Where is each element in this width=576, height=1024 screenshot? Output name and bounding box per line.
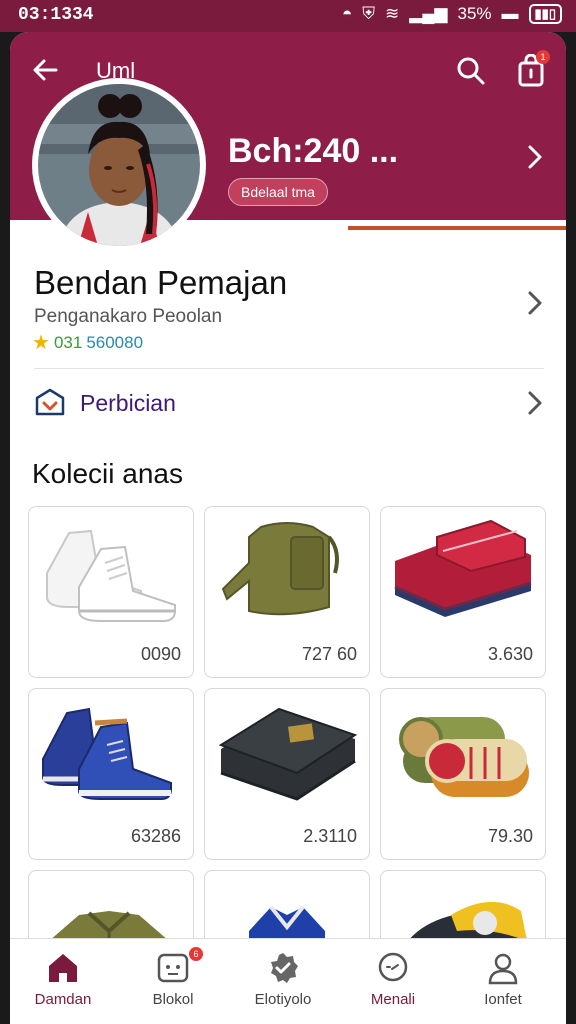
- nav-label: Ionfet: [484, 991, 522, 1008]
- battery-percent: 35%: [457, 4, 492, 23]
- black-wallet-image: [218, 707, 358, 801]
- nav-label: Damdan: [34, 991, 92, 1008]
- product-card[interactable]: 0090: [28, 506, 194, 678]
- avatar[interactable]: [32, 78, 206, 252]
- product-card[interactable]: 2.3110: [204, 688, 370, 860]
- olive-vest-image: [221, 522, 339, 616]
- nav-badge: 6: [189, 947, 203, 961]
- nav-label: Blokol: [152, 991, 194, 1008]
- battery-icon: ▬: [501, 4, 519, 23]
- product-price: 3.630: [487, 644, 533, 664]
- chevron-right-icon: [528, 391, 542, 415]
- nav-label: Menali: [370, 991, 416, 1008]
- nav-chat[interactable]: 6 Blokol: [123, 939, 223, 1024]
- store-icon: [35, 388, 65, 416]
- user-icon: [488, 953, 518, 985]
- shield-icon: ⛨: [362, 4, 376, 23]
- rating-value: 031: [53, 332, 83, 352]
- section-title: Kolecii anas: [32, 458, 183, 489]
- blue-sneakers-image: [42, 707, 172, 800]
- nav-label: Elotiyolo: [254, 991, 312, 1008]
- product-price: 79.30: [487, 826, 533, 846]
- product-card[interactable]: 79.30: [380, 688, 546, 860]
- nav-messages[interactable]: Menali: [343, 939, 443, 1024]
- header-accent-line: [348, 226, 566, 230]
- profile-subtitle: Penganakaro Peoolan: [34, 306, 223, 327]
- product-price: 63286: [130, 826, 181, 846]
- search-icon[interactable]: [456, 56, 486, 86]
- stat-tag[interactable]: Bdelaal tma: [228, 178, 328, 206]
- profile-name: Bendan Pemajan: [34, 264, 288, 301]
- product-price: 727 60: [301, 644, 357, 664]
- profile-chevron-icon[interactable]: [524, 288, 546, 318]
- product-price: 2.3110: [303, 826, 357, 846]
- stat-value: Bch:240 ...: [228, 132, 399, 170]
- star-icon: ★: [32, 332, 50, 354]
- chevron-right-icon[interactable]: [524, 142, 546, 172]
- battery-indicator-icon: ▮▮▯: [528, 4, 562, 24]
- wifi-icon: ≋: [385, 4, 400, 23]
- cart-badge: 1: [536, 50, 550, 64]
- home-icon: [49, 954, 77, 982]
- signal-icon: ▂▄▆: [409, 4, 448, 23]
- rolled-towels-image: [399, 717, 529, 797]
- profile-photo: [38, 84, 200, 246]
- white-sneakers-image: [46, 529, 176, 622]
- check-icon: [271, 953, 298, 983]
- product-card[interactable]: 63286: [28, 688, 194, 860]
- product-card[interactable]: 3.630: [380, 506, 546, 678]
- service-row[interactable]: Perbician: [10, 380, 566, 430]
- chat-icon: [157, 953, 189, 983]
- rating-count: 560080: [86, 332, 144, 352]
- service-label: Perbician: [80, 390, 176, 416]
- divider: [34, 368, 544, 369]
- profile-rating: ★ 031 560080: [32, 330, 143, 355]
- status-icons: ◓ ⛨ ≋ ▂▄▆ 35% ▬ ▮▮▯: [342, 4, 562, 24]
- product-price: 0090: [140, 644, 181, 664]
- notification-icon: ◓: [342, 4, 353, 23]
- product-card[interactable]: 727 60: [204, 506, 370, 678]
- bottom-navigation: Damdan 6 Blokol Elotiyolo Menali Ionfet: [10, 938, 566, 1024]
- app-screen: Uml 1 Bch:240 ... Bdelaal tma Bendan Pem…: [10, 32, 566, 1024]
- message-icon: [378, 952, 408, 982]
- red-folded-bag-image: [394, 519, 532, 617]
- nav-verified[interactable]: Elotiyolo: [233, 939, 333, 1024]
- nav-profile[interactable]: Ionfet: [453, 939, 553, 1024]
- status-bar: 03:1334 ◓ ⛨ ≋ ▂▄▆ 35% ▬ ▮▮▯: [0, 0, 576, 32]
- back-arrow-icon[interactable]: [30, 54, 62, 86]
- status-time: 03:1334: [18, 5, 94, 25]
- nav-home[interactable]: Damdan: [13, 939, 113, 1024]
